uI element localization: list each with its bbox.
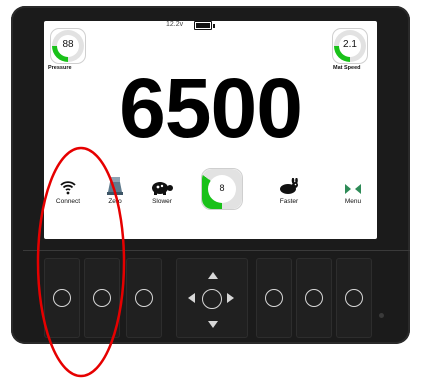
key-circle-icon <box>135 289 153 307</box>
hardware-key-5[interactable] <box>296 258 332 338</box>
key-circle-icon <box>345 289 363 307</box>
mat-speed-value: 2.1 <box>343 39 357 50</box>
faster-button[interactable]: Faster <box>268 174 310 205</box>
slower-label: Slower <box>152 198 172 205</box>
down-arrow-icon[interactable] <box>208 321 218 328</box>
battery-voltage: 12.2v <box>166 21 184 28</box>
mat-speed-label: Mat Speed <box>333 65 361 71</box>
setting-gauge[interactable]: 8 <box>201 168 243 210</box>
slower-button[interactable]: Slower <box>141 174 183 205</box>
turtle-icon <box>141 174 183 196</box>
main-value: 6500 <box>119 61 303 155</box>
key-circle-icon <box>305 289 323 307</box>
mat-speed-gauge[interactable]: 2.1 <box>332 28 368 64</box>
menu-label: Menu <box>344 198 362 205</box>
rabbit-icon <box>268 174 310 196</box>
right-arrow-icon[interactable] <box>227 293 234 303</box>
hardware-key-4[interactable] <box>256 258 292 338</box>
pressure-gauge[interactable]: 88 <box>50 28 86 64</box>
status-led <box>379 313 384 318</box>
menu-button[interactable]: Menu <box>332 174 374 205</box>
left-arrow-icon[interactable] <box>188 293 195 303</box>
menu-arrows-icon <box>332 174 374 196</box>
setting-value: 8 <box>219 183 225 193</box>
up-arrow-icon[interactable] <box>208 272 218 279</box>
key-circle-icon <box>265 289 283 307</box>
pressure-value: 88 <box>62 39 74 50</box>
dpad-center-button[interactable] <box>202 289 222 309</box>
battery-icon <box>194 21 215 30</box>
pressure-label: Pressure <box>48 65 72 71</box>
hardware-key-3[interactable] <box>126 258 162 338</box>
hardware-key-6[interactable] <box>336 258 372 338</box>
faster-label: Faster <box>279 198 299 205</box>
highlight-annotation <box>36 146 126 378</box>
dpad[interactable] <box>176 258 248 338</box>
